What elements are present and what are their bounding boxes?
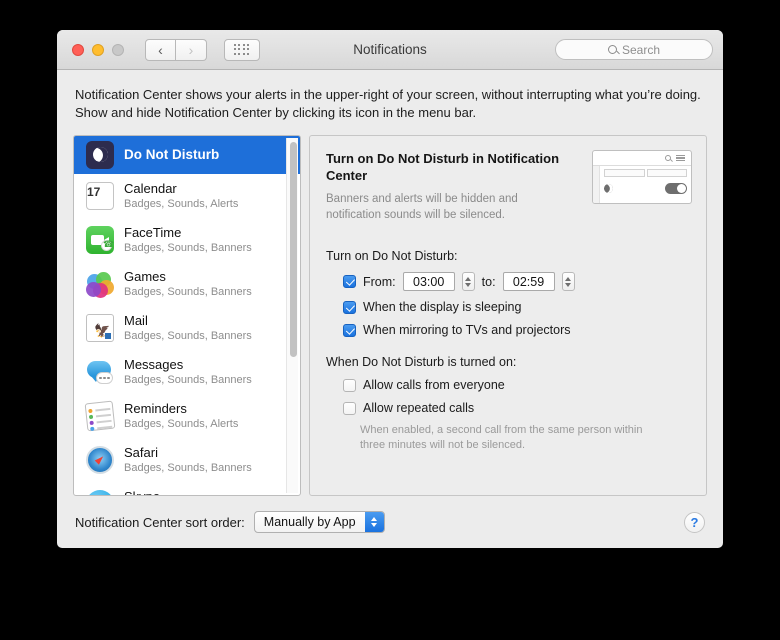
content-area: Do Not Disturb 17 Calendar Badges, Sound… <box>57 134 723 496</box>
sidebar-item-label: Mail <box>124 313 148 329</box>
sidebar-item-reminders[interactable]: Reminders Badges, Sounds, Alerts <box>74 394 300 438</box>
sort-order-value: Manually by App <box>263 515 356 529</box>
allow-repeated-label: Allow repeated calls <box>363 401 475 416</box>
forward-button[interactable]: › <box>176 38 207 61</box>
schedule-section-title: Turn on Do Not Disturb: <box>326 249 458 264</box>
sort-order-label: Notification Center sort order: <box>75 514 245 530</box>
window-footer: Notification Center sort order: Manually… <box>57 496 723 548</box>
preview-toggle-icon <box>665 182 687 194</box>
to-time-stepper[interactable] <box>561 272 575 292</box>
description-text: Notification Center shows your alerts in… <box>75 87 701 121</box>
search-placeholder: Search <box>621 42 661 57</box>
show-all-button[interactable] <box>224 38 260 61</box>
mirroring-row[interactable]: When mirroring to TVs and projectors <box>326 323 692 337</box>
sort-order-select[interactable]: Manually by App <box>253 511 385 533</box>
app-list[interactable]: Do Not Disturb 17 Calendar Badges, Sound… <box>73 134 301 496</box>
sidebar-item-sublabel: Badges, Sounds, Banners <box>124 461 252 474</box>
display-sleeping-checkbox[interactable] <box>343 300 356 314</box>
sidebar-item-sublabel: Badges, Sounds, Banners <box>124 373 252 386</box>
when-on-section-title: When Do Not Disturb is turned on: <box>326 355 517 370</box>
sidebar-item-sublabel: Badges, Sounds, Banners <box>124 285 252 298</box>
preferences-window: ‹ › Notifications Search Notification Ce… <box>57 30 723 548</box>
to-label: to: <box>481 274 496 289</box>
from-label: From: <box>363 274 396 289</box>
chevron-left-icon: ‹ <box>158 41 163 58</box>
show-all-grid-icon <box>233 43 251 56</box>
sidebar-item-facetime[interactable]: FaceTime Badges, Sounds, Banners <box>74 218 300 262</box>
allow-everyone-checkbox[interactable] <box>343 378 356 392</box>
from-time-stepper[interactable] <box>461 272 475 292</box>
mirroring-checkbox[interactable] <box>343 323 356 337</box>
zoom-button[interactable] <box>112 43 124 56</box>
sidebar-item-do-not-disturb[interactable]: Do Not Disturb <box>74 135 300 174</box>
schedule-row: From: 03:00 to: 02:59 <box>326 272 692 292</box>
allow-everyone-label: Allow calls from everyone <box>363 378 505 393</box>
preview-moon-icon <box>602 182 615 195</box>
sidebar-scrollbar[interactable] <box>286 137 298 493</box>
sidebar-item-label: Messages <box>124 357 184 373</box>
panel-heading: Turn on Do Not Disturb in Notification C… <box>326 150 560 184</box>
do-not-disturb-moon-icon <box>86 140 114 169</box>
sidebar-item-messages[interactable]: Messages Badges, Sounds, Banners <box>74 350 300 394</box>
messages-icon <box>86 358 114 386</box>
reminders-icon <box>84 400 116 432</box>
help-button[interactable]: ? <box>684 511 705 533</box>
display-sleeping-row[interactable]: When the display is sleeping <box>326 300 692 314</box>
sidebar-item-label: Reminders <box>124 401 187 417</box>
sidebar-item-sublabel: Badges, Sounds, Alerts <box>124 417 239 430</box>
preview-search-icon <box>665 154 671 161</box>
schedule-checkbox[interactable] <box>343 275 356 289</box>
traffic-lights <box>72 43 124 56</box>
sidebar-item-sublabel: Badges, Sounds, Alerts <box>124 197 239 210</box>
sidebar-item-safari[interactable]: Safari Badges, Sounds, Banners <box>74 438 300 482</box>
preview-list-icon <box>676 154 685 162</box>
allow-everyone-row[interactable]: Allow calls from everyone <box>326 378 692 392</box>
navigation-buttons: ‹ › <box>145 38 207 61</box>
sidebar-item-label: Skype <box>124 489 252 495</box>
sidebar-item-label: FaceTime <box>124 225 182 241</box>
sidebar-item-label: Games <box>124 269 166 285</box>
calendar-icon: 17 <box>86 181 114 210</box>
repeated-calls-hint: When enabled, a second call from the sam… <box>360 424 643 452</box>
window-titlebar: ‹ › Notifications Search <box>57 30 723 70</box>
allow-repeated-row[interactable]: Allow repeated calls <box>326 401 692 415</box>
allow-repeated-checkbox[interactable] <box>343 401 356 415</box>
chevron-right-icon: › <box>188 41 194 58</box>
chevron-updown-icon <box>364 512 384 532</box>
facetime-icon <box>86 225 114 254</box>
sidebar-item-label: Calendar <box>124 181 177 197</box>
from-time-field[interactable]: 03:00 <box>402 272 455 292</box>
to-time-field[interactable]: 02:59 <box>502 272 555 292</box>
game-center-icon <box>86 270 114 298</box>
sidebar-item-sublabel: Badges, Sounds, Banners <box>124 241 252 254</box>
safari-icon <box>86 445 114 474</box>
scrollbar-thumb[interactable] <box>289 141 297 357</box>
sidebar-item-label: Do Not Disturb <box>124 146 220 162</box>
sidebar-item-skype[interactable]: S Skype Badges, Sounds, Banners <box>74 482 300 495</box>
sidebar-item-calendar[interactable]: 17 Calendar Badges, Sounds, Alerts <box>74 174 300 218</box>
sidebar-item-sublabel: Badges, Sounds, Banners <box>124 329 252 342</box>
settings-panel: Turn on Do Not Disturb in Notification C… <box>309 134 707 496</box>
notification-center-preview-icon <box>592 149 692 204</box>
search-input[interactable]: Search <box>555 39 713 60</box>
search-icon <box>607 45 617 54</box>
display-sleeping-label: When the display is sleeping <box>363 300 522 315</box>
minimize-button[interactable] <box>92 43 104 56</box>
back-button[interactable]: ‹ <box>145 38 176 61</box>
sidebar-item-mail[interactable]: 🦅 Mail Badges, Sounds, Banners <box>74 306 300 350</box>
panel-subheading: Banners and alerts will be hidden and no… <box>326 193 518 221</box>
mirroring-label: When mirroring to TVs and projectors <box>363 323 571 338</box>
sidebar-item-label: Safari <box>124 445 158 461</box>
close-button[interactable] <box>72 43 84 56</box>
sidebar-item-games[interactable]: Games Badges, Sounds, Banners <box>74 262 300 306</box>
mail-icon: 🦅 <box>86 313 114 342</box>
